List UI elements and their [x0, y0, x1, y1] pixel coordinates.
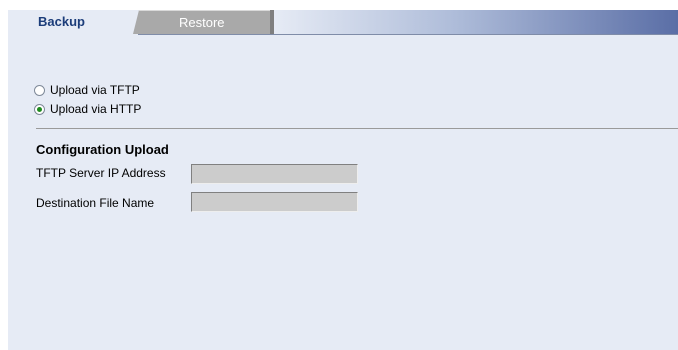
upload-via-http-radio[interactable] — [34, 103, 45, 115]
tab-backup[interactable]: Backup — [8, 10, 138, 35]
tab-backup-label[interactable]: Backup — [38, 14, 85, 29]
tftp-server-ip-field[interactable] — [191, 164, 358, 184]
upload-via-http-label[interactable]: Upload via HTTP — [50, 102, 141, 116]
tab-strip-background — [274, 10, 678, 34]
upload-via-tftp-label[interactable]: Upload via TFTP — [50, 83, 140, 97]
backup-restore-panel: Backup Restore Upload via TFTP Upload vi… — [8, 10, 678, 350]
tab-strip: Backup Restore — [8, 10, 678, 35]
destination-file-name-label: Destination File Name — [36, 196, 155, 210]
section-divider — [36, 128, 678, 129]
destination-file-name-field[interactable] — [191, 192, 358, 212]
tftp-server-ip-label: TFTP Server IP Address — [36, 166, 166, 180]
upload-via-tftp-radio[interactable] — [34, 84, 45, 96]
upload-via-http-option[interactable]: Upload via HTTP — [34, 101, 141, 117]
tab-restore-shadow — [270, 10, 274, 34]
tab-restore-label[interactable]: Restore — [179, 15, 225, 30]
upload-via-tftp-option[interactable]: Upload via TFTP — [34, 82, 140, 98]
tab-baseline — [138, 34, 678, 35]
tab-restore[interactable]: Restore — [139, 10, 270, 34]
section-title: Configuration Upload — [36, 142, 169, 157]
